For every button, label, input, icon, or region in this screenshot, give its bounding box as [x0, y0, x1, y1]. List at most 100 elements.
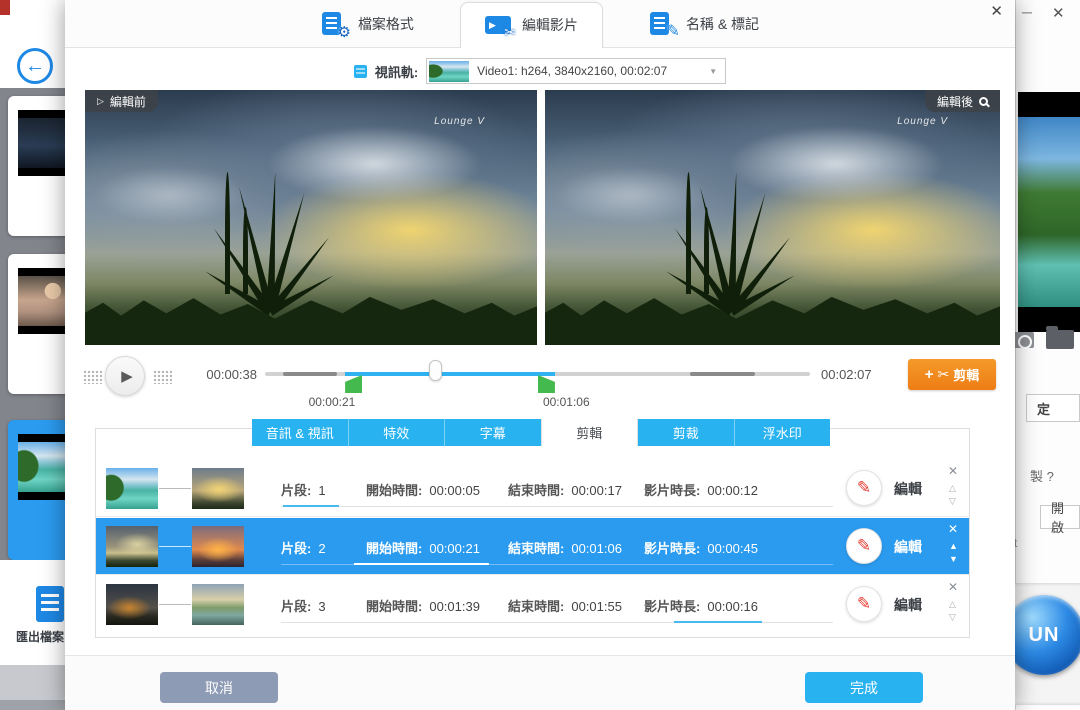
trim-end-handle[interactable]	[538, 375, 555, 393]
end-value[interactable]: 00:00:17	[571, 483, 622, 498]
clip-row[interactable]: 片段:1 開始時間:00:00:05 結束時間:00:00:17 影片時長:00…	[96, 460, 969, 517]
tab-effects[interactable]: 特效	[348, 419, 445, 446]
clip-end-thumbnail	[192, 526, 244, 567]
duration-value: 00:00:16	[707, 599, 758, 614]
help-text-fragment: 製 ?	[1030, 466, 1054, 485]
statusbar-fragment	[0, 665, 65, 700]
progress-segment	[690, 372, 755, 376]
cancel-button[interactable]: 取消	[160, 672, 278, 703]
clip-link-line	[159, 546, 191, 547]
edit-button-label[interactable]: 編輯	[894, 595, 922, 615]
done-button[interactable]: 完成	[805, 672, 923, 703]
play-icon: ▶	[121, 367, 133, 385]
tab-label: 編輯影片	[522, 15, 578, 35]
run-button[interactable]: UN	[1004, 595, 1080, 675]
clip-start-thumbnail	[106, 584, 158, 625]
move-down-icon[interactable]: ▼	[949, 554, 958, 564]
start-value[interactable]: 00:00:21	[429, 541, 480, 556]
delete-clip-icon[interactable]: ✕	[948, 464, 958, 478]
segment-value[interactable]: 3	[318, 599, 325, 614]
tab-file-format[interactable]: ⚙ 檔案格式	[313, 0, 422, 48]
snapshot-icon[interactable]	[1012, 332, 1034, 348]
progress-segment	[283, 372, 337, 376]
file-card[interactable]	[8, 254, 70, 394]
open-button-fragment[interactable]: 開啟	[1040, 505, 1080, 529]
video-track-label: 視訊軌:	[375, 62, 418, 81]
clip-list-panel: 片段:1 開始時間:00:00:05 結束時間:00:00:17 影片時長:00…	[95, 428, 970, 638]
trim-start-handle[interactable]	[345, 375, 362, 393]
pencil-icon: ✎	[857, 594, 871, 614]
video-frame: Lounge V	[85, 90, 537, 345]
segment-label: 片段:	[281, 599, 311, 614]
window-close-icon[interactable]: ✕	[1052, 4, 1065, 22]
edit-clip-button[interactable]: ✎	[846, 470, 882, 506]
cut-button[interactable]: + ✂ 剪輯	[908, 359, 996, 390]
duration-value: 00:00:45	[707, 541, 758, 556]
edit-video-icon: ▶✂	[485, 12, 513, 38]
start-value[interactable]: 00:01:39	[429, 599, 480, 614]
move-up-icon[interactable]: △	[949, 483, 956, 494]
playback-controls: ▶ 00:00:38 00:00:21 00:01:06 00:02:07 + …	[65, 350, 1015, 405]
dialog-footer: 取消 完成	[65, 655, 1015, 710]
segment-value[interactable]: 2	[318, 541, 325, 556]
export-file-icon[interactable]	[36, 586, 64, 622]
tab-label: 檔案格式	[358, 14, 414, 34]
end-value[interactable]: 00:01:55	[571, 599, 622, 614]
edit-button-label[interactable]: 編輯	[894, 537, 922, 557]
segment-value[interactable]: 1	[318, 483, 325, 498]
grip-icon	[153, 370, 172, 384]
tab-watermark[interactable]: 浮水印	[734, 419, 831, 446]
file-card-selected[interactable]	[8, 420, 70, 560]
duration-value: 00:00:12	[707, 483, 758, 498]
tab-crop[interactable]: 剪裁	[637, 419, 734, 446]
start-value[interactable]: 00:00:05	[429, 483, 480, 498]
end-value[interactable]: 00:01:06	[571, 541, 622, 556]
trim-start-time: 00:00:21	[309, 395, 356, 409]
playhead-handle[interactable]	[429, 360, 442, 381]
edit-video-dialog: ⚙ 檔案格式 ▶✂ 編輯影片 ✎ 名稱 & 標記 ✕ 視訊軌: Video1: …	[65, 0, 1015, 710]
file-card[interactable]	[8, 96, 70, 236]
track-value: Video1: h264, 3840x2160, 00:02:07	[477, 64, 701, 78]
video-track-select[interactable]: Video1: h264, 3840x2160, 00:02:07 ▼	[426, 58, 726, 84]
play-button[interactable]: ▶	[105, 356, 145, 396]
edit-clip-button[interactable]: ✎	[846, 528, 882, 564]
zoom-icon[interactable]	[979, 97, 988, 106]
trim-end-time: 00:01:06	[543, 395, 590, 409]
delete-clip-icon[interactable]: ✕	[948, 522, 958, 536]
preview-after[interactable]: Lounge V 編輯後	[545, 90, 1000, 345]
clip-row-selected[interactable]: 片段:2 開始時間:00:00:21 結束時間:00:01:06 影片時長:00…	[96, 518, 969, 575]
window-minimize-icon[interactable]: ─	[1022, 4, 1032, 20]
preview-before[interactable]: Lounge V ▷ 編輯前	[85, 90, 537, 345]
move-up-icon[interactable]: △	[949, 599, 956, 610]
edit-clip-button[interactable]: ✎	[846, 586, 882, 622]
video-frame: Lounge V	[545, 90, 1000, 345]
back-button[interactable]: ←	[17, 48, 53, 84]
folder-icon[interactable]	[1046, 330, 1074, 349]
field-underline-accent	[283, 505, 339, 507]
dialog-close-icon[interactable]: ✕	[990, 2, 1003, 20]
media-thumbnail[interactable]	[1018, 92, 1080, 332]
delete-clip-icon[interactable]: ✕	[948, 580, 958, 594]
timeline-track[interactable]: 00:00:21 00:01:06	[265, 372, 810, 376]
duration-label: 影片時長:	[644, 599, 700, 614]
edit-button-label[interactable]: 編輯	[894, 479, 922, 499]
watermark-text: Lounge V	[897, 116, 948, 127]
tab-trim[interactable]: 剪輯	[541, 419, 638, 446]
export-label: 匯出檔案	[16, 628, 65, 645]
move-up-icon[interactable]: ▲	[949, 541, 958, 551]
tab-name-tag[interactable]: ✎ 名稱 & 標記	[641, 0, 767, 48]
duration-label: 影片時長:	[644, 483, 700, 498]
back-arrow-icon: ←	[25, 55, 45, 78]
tab-edit-video[interactable]: ▶✂ 編輯影片	[460, 2, 603, 48]
clip-row[interactable]: 片段:3 開始時間:00:01:39 結束時間:00:01:55 影片時長:00…	[96, 576, 969, 633]
name-tag-icon: ✎	[649, 11, 677, 37]
clip-link-line	[159, 488, 191, 489]
edit-category-tabs: 音訊 & 視訊 特效 字幕 剪輯 剪裁 浮水印	[252, 419, 830, 446]
tab-audio-video[interactable]: 音訊 & 視訊	[252, 419, 348, 446]
move-down-icon[interactable]: ▽	[949, 496, 956, 507]
tab-subtitles[interactable]: 字幕	[444, 419, 541, 446]
clip-start-thumbnail	[106, 468, 158, 509]
move-down-icon[interactable]: ▽	[949, 612, 956, 623]
video-track-row: 視訊軌: Video1: h264, 3840x2160, 00:02:07 ▼	[65, 56, 1015, 86]
settings-button-fragment[interactable]: 定	[1026, 394, 1080, 422]
